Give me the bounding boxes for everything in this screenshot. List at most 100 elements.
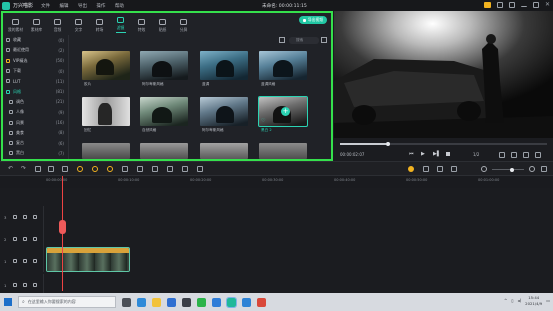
mixer-icon[interactable]	[451, 166, 457, 172]
sidebar-item-lut[interactable]: LUT (11)	[3, 76, 68, 86]
filmora-taskbar-icon[interactable]	[226, 296, 237, 308]
menu-help[interactable]: 帮助	[115, 4, 124, 9]
tab-text[interactable]: 文字	[68, 13, 89, 35]
video-preview[interactable]	[334, 11, 553, 138]
split-icon[interactable]	[48, 166, 54, 172]
tab-filters[interactable]: 滤镜	[110, 13, 131, 35]
snapshot-icon[interactable]	[511, 152, 517, 158]
sidebar-item-food[interactable]: 美食 (8)	[3, 128, 68, 138]
lock-icon[interactable]	[23, 259, 27, 263]
tab-split-screen[interactable]: 分屏	[173, 13, 194, 35]
filter-card-selected[interactable]: + ♡ 黑白 2	[258, 96, 308, 133]
video-clip[interactable]	[46, 247, 130, 272]
keyframe-icon[interactable]	[107, 166, 113, 172]
redo-icon[interactable]: ↷	[21, 165, 26, 172]
file-explorer-icon[interactable]	[152, 297, 161, 307]
app-icon[interactable]	[212, 297, 221, 307]
network-icon[interactable]: ▯	[511, 298, 513, 303]
crop-icon[interactable]	[62, 166, 68, 172]
volume-icon[interactable]	[523, 152, 529, 158]
transform-icon[interactable]	[122, 166, 128, 172]
preview-progress-bar[interactable]	[340, 141, 547, 146]
prev-frame-icon[interactable]: ⏮	[409, 151, 414, 157]
app-icon[interactable]	[257, 297, 266, 307]
tab-effects[interactable]: 特效	[131, 13, 152, 35]
menu-action[interactable]: 操作	[96, 4, 105, 9]
sidebar-item-landscape[interactable]: 风景 (16)	[3, 117, 68, 127]
pause-icon[interactable]: ▶▌	[433, 151, 441, 157]
export-button[interactable]: 导出视频	[298, 16, 327, 24]
lock-icon[interactable]	[23, 215, 27, 219]
filter-options-icon[interactable]	[279, 37, 285, 43]
lock-icon[interactable]	[23, 283, 27, 287]
volume-icon[interactable]: ◂)	[518, 298, 522, 303]
filter-card[interactable]: 胶片	[82, 51, 130, 87]
filter-card[interactable]: 阿尔卑斯风格	[140, 51, 188, 87]
preview-ratio[interactable]: 1/2	[473, 152, 479, 157]
color-icon[interactable]	[92, 166, 98, 172]
menu-export[interactable]: 导出	[78, 4, 87, 9]
store-icon[interactable]	[167, 297, 176, 307]
progress-handle[interactable]	[385, 141, 390, 146]
system-clock[interactable]: 15:44 2021/4/9	[525, 295, 542, 306]
sidebar-item-vip[interactable]: VIP精选 (50)	[3, 56, 68, 66]
notification-icon[interactable]	[508, 2, 515, 8]
filter-card[interactable]: 回忆	[82, 97, 130, 133]
chrome-icon[interactable]	[182, 297, 191, 307]
task-view-icon[interactable]	[122, 297, 131, 307]
undo-icon[interactable]: ↶	[8, 165, 13, 172]
add-filter-icon[interactable]: +	[281, 107, 290, 116]
speed-icon[interactable]	[77, 166, 83, 172]
green-screen-icon[interactable]	[152, 166, 158, 172]
sidebar-item-color[interactable]: 调色 (21)	[3, 97, 68, 107]
zoom-handle[interactable]	[510, 167, 514, 172]
filter-card[interactable]: 阿尔卑斯风格	[200, 97, 248, 133]
settings-icon[interactable]	[535, 152, 541, 158]
menu-file[interactable]: 文件	[41, 4, 50, 9]
grid-view-icon[interactable]	[321, 37, 327, 43]
zoom-slider[interactable]	[492, 167, 524, 172]
eye-icon[interactable]	[33, 215, 37, 219]
wechat-icon[interactable]	[197, 297, 206, 307]
audio-icon[interactable]	[137, 166, 143, 172]
taskbar-search-input[interactable]: ⌕ 在这里输入你要搜索的内容	[18, 296, 116, 308]
sidebar-item-style[interactable]: 风格 (81)	[3, 86, 68, 96]
filter-card[interactable]: 蓝调风格	[259, 51, 307, 87]
stabilize-icon[interactable]	[167, 166, 173, 172]
marker-icon[interactable]	[423, 166, 429, 172]
search-input[interactable]: 搜索	[289, 37, 319, 44]
filter-card[interactable]: 蓝调	[200, 51, 248, 87]
account-icon[interactable]	[496, 2, 503, 8]
eye-icon[interactable]	[33, 237, 37, 241]
filter-card[interactable]	[259, 143, 307, 159]
voiceover-icon[interactable]	[437, 166, 443, 172]
windows-start-icon[interactable]	[4, 298, 12, 306]
filter-card[interactable]: 自然风格	[140, 97, 188, 133]
snap-icon[interactable]	[197, 166, 203, 172]
sidebar-item-download[interactable]: 下载 (0)	[3, 66, 68, 76]
delete-icon[interactable]	[35, 166, 41, 172]
vip-crown-icon[interactable]	[483, 2, 491, 8]
zoom-out-icon[interactable]	[481, 166, 487, 172]
filter-card[interactable]	[140, 143, 188, 159]
menu-edit[interactable]: 编辑	[59, 4, 68, 9]
maximize-icon[interactable]	[532, 2, 539, 8]
app-icon[interactable]	[242, 297, 251, 307]
export-frame-icon[interactable]	[182, 166, 188, 172]
tab-stock[interactable]: 素材库	[26, 13, 47, 35]
timeline-ruler[interactable]: 00:00:00:00 00:00:10:00 00:00:20:00 00:0…	[0, 176, 553, 188]
sidebar-item-recent[interactable]: 最近使用 (2)	[3, 45, 68, 55]
sidebar-item-retro[interactable]: 复古 (6)	[3, 138, 68, 148]
filter-card[interactable]	[82, 143, 130, 159]
edge-icon[interactable]	[137, 297, 146, 307]
close-icon[interactable]: ✕	[545, 2, 550, 8]
eye-icon[interactable]	[33, 259, 37, 263]
sidebar-item-favorites[interactable]: 收藏 (0)	[3, 35, 68, 45]
minimize-icon[interactable]	[520, 3, 527, 7]
fit-timeline-icon[interactable]	[541, 166, 547, 172]
zoom-in-icon[interactable]	[529, 166, 535, 172]
speaker-icon[interactable]	[33, 283, 37, 287]
tab-stickers[interactable]: 贴纸	[152, 13, 173, 35]
tab-transitions[interactable]: 转场	[89, 13, 110, 35]
filter-card[interactable]	[200, 143, 248, 159]
